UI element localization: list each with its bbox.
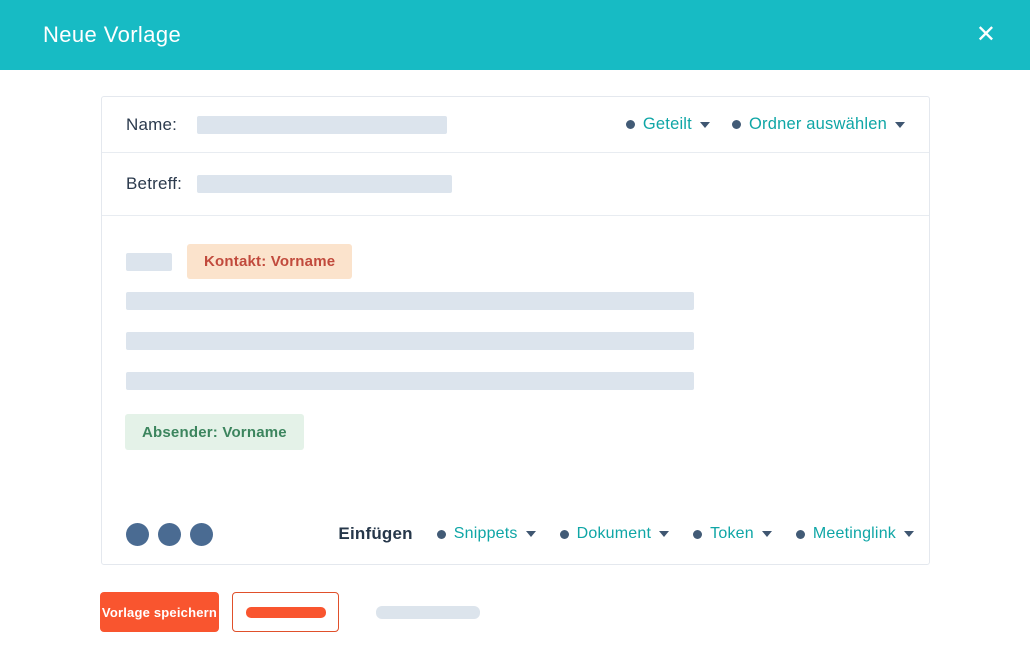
close-icon[interactable]: ✕ <box>976 23 996 47</box>
bullet-icon <box>796 530 805 539</box>
contact-firstname-token[interactable]: Kontakt: Vorname <box>187 244 352 279</box>
snippets-dropdown[interactable]: Snippets <box>437 525 536 543</box>
toolbar-button-placeholder[interactable] <box>158 523 181 546</box>
chevron-down-icon <box>526 531 536 537</box>
body-line-placeholder <box>126 292 694 310</box>
chevron-down-icon <box>700 122 710 128</box>
bullet-icon <box>626 120 635 129</box>
token-dropdown-label: Token <box>710 525 754 543</box>
button-text-placeholder <box>246 607 326 618</box>
subject-label: Betreff: <box>126 174 182 194</box>
name-row: Name: Geteilt Ordner auswählen <box>102 97 929 153</box>
body-line-placeholder <box>126 332 694 350</box>
template-form-card: Name: Geteilt Ordner auswählen Betreff: … <box>101 96 930 565</box>
document-dropdown-label: Dokument <box>577 525 652 543</box>
chevron-down-icon <box>904 531 914 537</box>
insert-label: Einfügen <box>338 524 412 544</box>
bullet-icon <box>560 530 569 539</box>
chevron-down-icon <box>659 531 669 537</box>
secondary-action-button[interactable] <box>232 592 339 632</box>
chevron-down-icon <box>895 122 905 128</box>
token-dropdown[interactable]: Token <box>693 525 772 543</box>
bullet-icon <box>437 530 446 539</box>
bullet-icon <box>732 120 741 129</box>
body-text-placeholder <box>126 253 172 271</box>
shared-dropdown[interactable]: Geteilt <box>626 115 710 134</box>
select-folder-dropdown[interactable]: Ordner auswählen <box>732 115 905 134</box>
footer-actions: Vorlage speichern <box>100 592 480 632</box>
toolbar-button-placeholder[interactable] <box>126 523 149 546</box>
snippets-dropdown-label: Snippets <box>454 525 518 543</box>
shared-dropdown-label: Geteilt <box>643 115 692 134</box>
footer-link-placeholder <box>376 606 480 619</box>
name-label: Name: <box>126 115 177 135</box>
dialog-title: Neue Vorlage <box>43 22 181 48</box>
body-line-placeholder <box>126 372 694 390</box>
meetinglink-dropdown[interactable]: Meetinglink <box>796 525 914 543</box>
save-template-button[interactable]: Vorlage speichern <box>100 592 219 632</box>
subject-row: Betreff: <box>102 153 929 216</box>
sender-firstname-token[interactable]: Absender: Vorname <box>125 414 304 450</box>
document-dropdown[interactable]: Dokument <box>560 525 670 543</box>
select-folder-dropdown-label: Ordner auswählen <box>749 115 887 134</box>
dialog-header: Neue Vorlage ✕ <box>0 0 1030 70</box>
meetinglink-dropdown-label: Meetinglink <box>813 525 896 543</box>
toolbar-button-placeholder[interactable] <box>190 523 213 546</box>
chevron-down-icon <box>762 531 772 537</box>
subject-input[interactable] <box>197 175 452 193</box>
name-input[interactable] <box>197 116 447 134</box>
editor-toolbar: Einfügen Snippets Dokument Token Meeting… <box>126 522 914 546</box>
bullet-icon <box>693 530 702 539</box>
